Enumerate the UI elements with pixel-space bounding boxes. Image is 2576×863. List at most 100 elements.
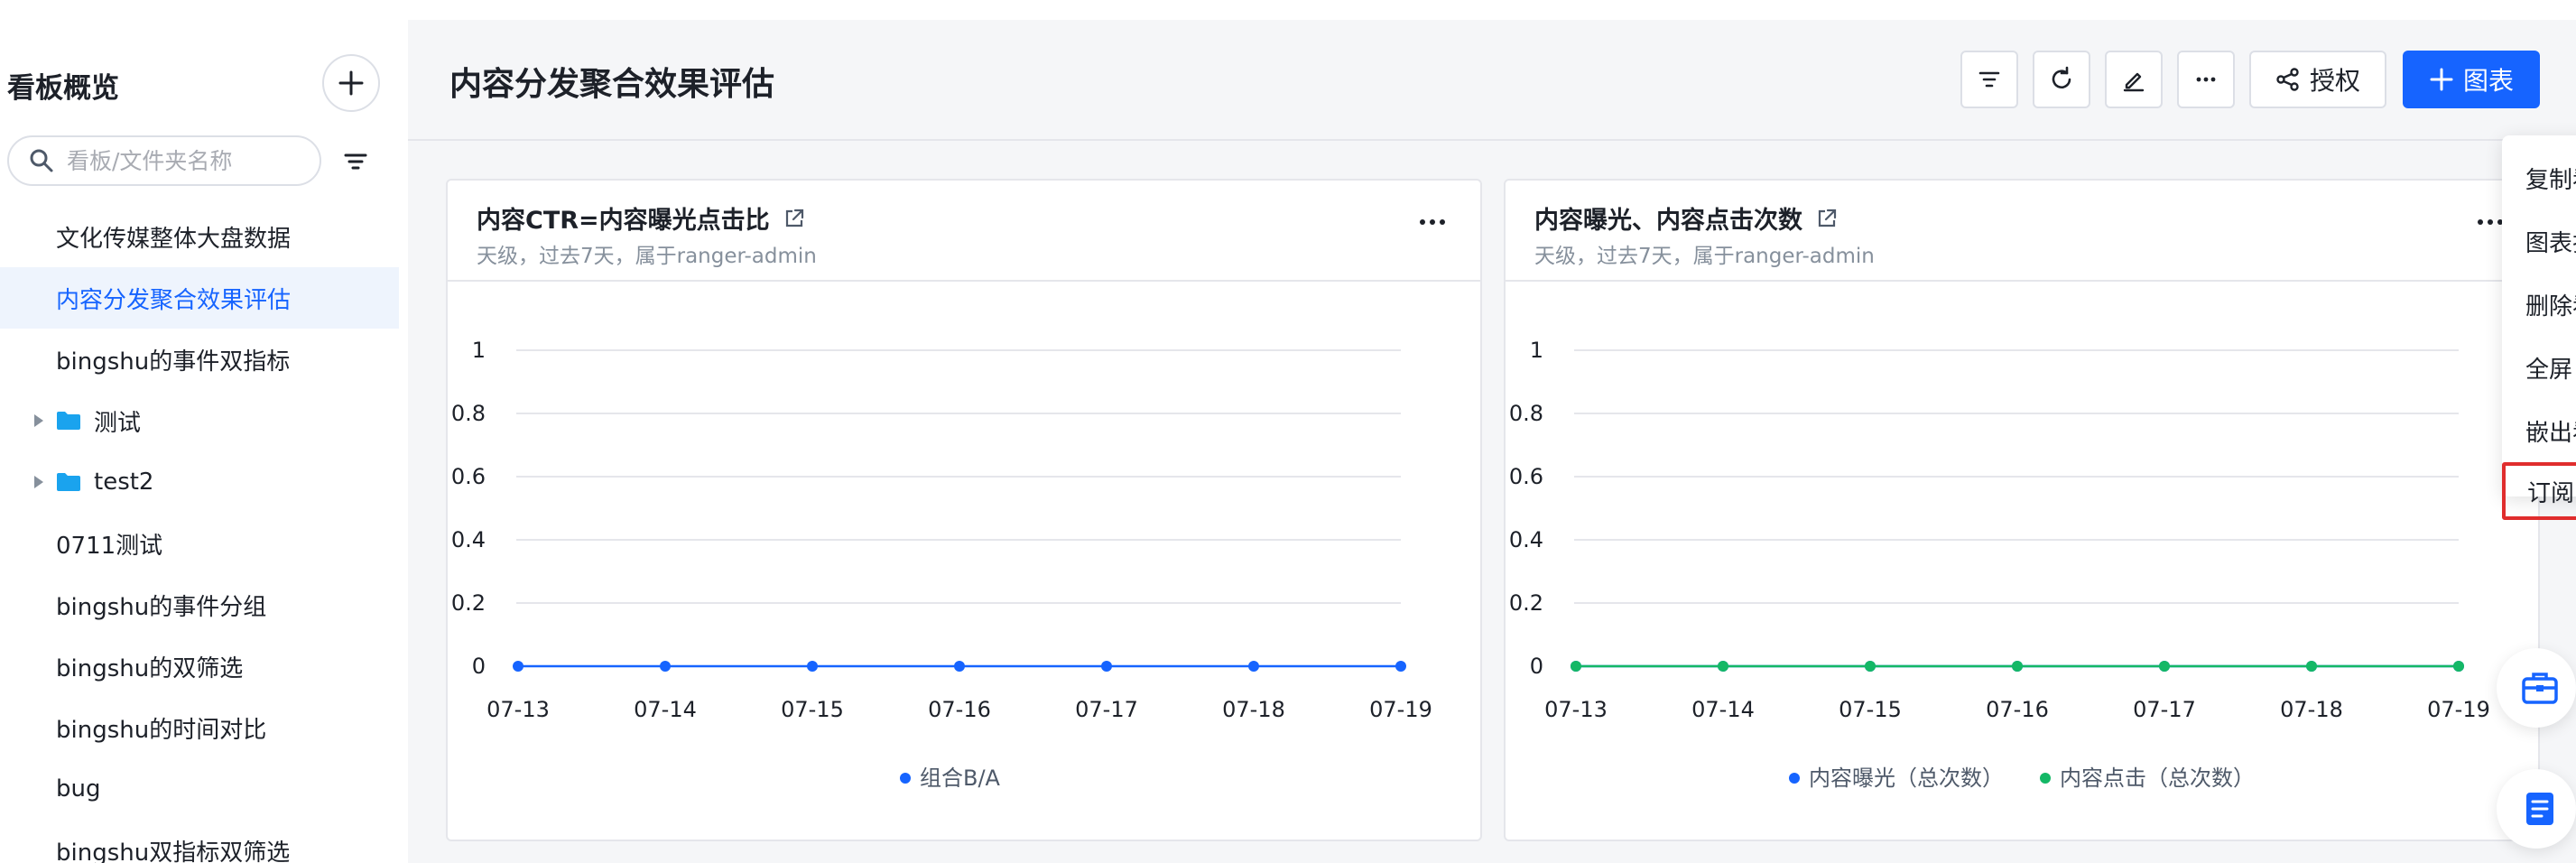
menu-item[interactable]: 删除看板 [2502, 275, 2576, 333]
card-title: 内容CTR=内容曝光点击比 [477, 207, 770, 235]
data-point[interactable] [1571, 661, 1581, 672]
external-link-icon[interactable] [783, 207, 806, 230]
sidebar-item-label: bingshu双指标双筛选 [56, 839, 291, 863]
data-point[interactable] [1395, 661, 1406, 672]
sidebar-item[interactable]: 内容分发聚合效果评估 [0, 267, 399, 329]
menu-item[interactable]: 复制看板 [2502, 149, 2576, 207]
sidebar-item[interactable]: bug [0, 758, 399, 820]
toolbox-float-button[interactable] [2497, 648, 2576, 728]
x-tick-label: 07-14 [634, 697, 697, 722]
sidebar-item[interactable]: bingshu双指标双筛选 [0, 820, 399, 863]
caret-right-icon[interactable] [34, 476, 43, 488]
data-point[interactable] [954, 661, 965, 672]
sidebar-item-label: test2 [94, 469, 154, 496]
sidebar-item-label: 文化传媒整体大盘数据 [56, 225, 292, 253]
folder-icon [57, 473, 80, 491]
main-panel: 内容分发聚合效果评估 授权 图表 内容CTR=内容曝光点击比 天级，过去7天，属… [408, 20, 2576, 863]
sidebar-item[interactable]: bingshu的双筛选 [0, 636, 399, 697]
y-tick-label: 0.2 [451, 590, 486, 616]
data-point[interactable] [1101, 661, 1112, 672]
data-point[interactable] [660, 661, 671, 672]
document-float-button[interactable] [2497, 769, 2576, 849]
data-point[interactable] [2453, 661, 2464, 672]
y-tick-label: 0 [472, 654, 486, 679]
sidebar: 看板概览 文化传媒整体大盘数据内容分发聚合效果评估 bingshu的事件双指标测试… [0, 0, 406, 863]
edit-button[interactable] [2105, 51, 2163, 108]
x-tick-label: 07-16 [1986, 697, 2049, 722]
legend-marker[interactable] [900, 773, 911, 784]
data-point[interactable] [1865, 661, 1876, 672]
x-tick-label: 07-19 [1369, 697, 1432, 722]
board-list: 文化传媒整体大盘数据 内容分发聚合效果评估 bingshu的事件双指标测试 test2… [0, 206, 399, 863]
sidebar-item-label: bingshu的事件双指标 [56, 348, 291, 376]
data-point[interactable] [2012, 661, 2023, 672]
legend-marker[interactable] [1789, 773, 1800, 784]
plus-icon [2430, 68, 2453, 91]
x-tick-label: 07-15 [1839, 697, 1902, 722]
menu-item[interactable]: 订阅 [2502, 462, 2576, 520]
x-tick-label: 07-19 [2427, 697, 2490, 722]
y-tick-label: 1 [472, 338, 486, 363]
chart-card-ctr: 内容CTR=内容曝光点击比 天级，过去7天，属于ranger-admin 0 0.… [446, 179, 1482, 841]
more-horizontal-icon [2196, 77, 2216, 82]
more-horizontal-icon[interactable] [2475, 213, 2506, 231]
sidebar-item[interactable]: bingshu的事件分组 [0, 574, 399, 636]
chart-card-exposure-clicks: 内容曝光、内容点击次数 天级，过去7天，属于ranger-admin 0 0.2 0… [1504, 179, 2540, 841]
menu-item[interactable]: 嵌出看板 [2502, 402, 2576, 459]
line-chart-ctr: 0 0.2 0.4 0.6 0.8 1 07-13 07-14 07-15 07-16 07-17 0… [451, 338, 1432, 791]
caret-right-icon[interactable] [34, 414, 43, 427]
more-horizontal-icon[interactable] [1417, 213, 1448, 231]
board-search-input[interactable] [67, 147, 301, 174]
card-title-wrap: 内容CTR=内容曝光点击比 [477, 200, 806, 236]
data-point[interactable] [807, 661, 818, 672]
add-chart-button[interactable]: 图表 [2403, 51, 2540, 108]
x-tick-label: 07-18 [2280, 697, 2343, 722]
refresh-icon [2052, 66, 2071, 88]
sidebar-folder[interactable]: 测试 [0, 390, 399, 451]
data-point[interactable] [1248, 661, 1259, 672]
x-tick-label: 07-17 [1075, 697, 1138, 722]
pencil-icon [2123, 72, 2145, 92]
x-tick-label: 07-17 [2133, 697, 2196, 722]
card-title: 内容曝光、内容点击次数 [1534, 207, 1802, 235]
external-link-icon[interactable] [1815, 207, 1839, 230]
sidebar-item[interactable]: bingshu的时间对比 [0, 697, 399, 758]
legend-label[interactable]: 组合B/A [920, 766, 1001, 791]
data-point[interactable] [2306, 661, 2317, 672]
legend-label[interactable]: 内容点击（总次数） [2060, 766, 2255, 791]
sidebar-item[interactable]: bingshu的事件双指标 [0, 329, 399, 390]
x-tick-label: 07-15 [781, 697, 844, 722]
card-subtitle: 天级，过去7天，属于ranger-admin [1534, 245, 1875, 268]
y-tick-label: 0.4 [451, 527, 486, 552]
data-point[interactable] [2159, 661, 2170, 672]
sidebar-item[interactable]: 0711测试 [0, 513, 399, 574]
card-header: 内容CTR=内容曝光点击比 天级，过去7天，属于ranger-admin [448, 181, 1480, 282]
y-tick-label: 0.4 [1509, 527, 1543, 552]
folder-icon [57, 412, 80, 430]
y-tick-label: 0 [1530, 654, 1543, 679]
sidebar-item[interactable]: 文化传媒整体大盘数据 [0, 206, 399, 267]
filter-button[interactable] [1960, 51, 2018, 108]
add-board-button[interactable] [322, 54, 380, 112]
filter-icon[interactable] [341, 147, 370, 176]
sidebar-folder[interactable]: test2 [0, 451, 399, 513]
dashboard-header: 内容分发聚合效果评估 授权 图表 [408, 20, 2576, 141]
more-actions-button[interactable] [2177, 51, 2235, 108]
add-chart-label: 图表 [2462, 66, 2514, 96]
x-tick-label: 07-18 [1222, 697, 1285, 722]
sidebar-item-label: bingshu的事件分组 [56, 593, 267, 621]
sidebar-item-label: 内容分发聚合效果评估 [56, 286, 292, 314]
legend-marker[interactable] [2040, 773, 2051, 784]
toolbox-icon [2522, 673, 2558, 704]
sidebar-item-label: 测试 [94, 409, 142, 437]
refresh-button[interactable] [2033, 51, 2090, 108]
menu-item[interactable]: 图表排序 [2502, 212, 2576, 270]
legend-label[interactable]: 内容曝光（总次数） [1809, 766, 2004, 791]
x-tick-label: 07-13 [1544, 697, 1608, 722]
card-header: 内容曝光、内容点击次数 天级，过去7天，属于ranger-admin [1506, 181, 2538, 282]
menu-item[interactable]: 全屏 [2502, 339, 2576, 396]
board-search[interactable] [7, 135, 321, 186]
authorize-button[interactable]: 授权 [2249, 51, 2386, 108]
data-point[interactable] [1718, 661, 1728, 672]
data-point[interactable] [513, 661, 524, 672]
